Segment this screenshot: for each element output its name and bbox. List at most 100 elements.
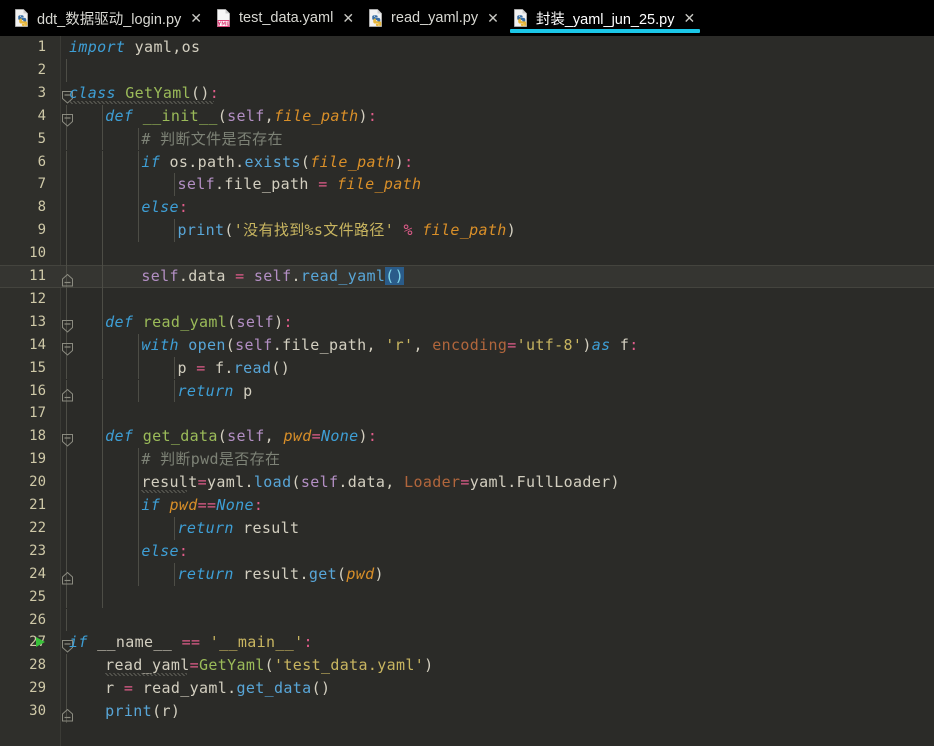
code-text[interactable]: with open(self.file_path, 'r', encoding=… [141, 334, 638, 357]
tab-close-icon[interactable]: ✕ [683, 11, 695, 25]
code-editor[interactable]: 1 import yaml,os 2 3 class GetYaml(): 4 def __… [0, 36, 934, 746]
code-line[interactable]: 19 # 判断pwd是否存在 [0, 448, 934, 472]
code-token: = [189, 656, 199, 675]
code-line[interactable]: 30 print(r) [0, 700, 934, 723]
code-text[interactable]: # 判断pwd是否存在 [141, 448, 280, 471]
indent-guide [138, 196, 140, 220]
code-fold-icon[interactable] [62, 317, 73, 333]
editor-tab-bar: ddt_数据驱动_login.py ✕ YML test_data.yaml ✕ read… [0, 0, 934, 36]
code-fold-icon[interactable] [62, 111, 73, 127]
code-token: GetYaml [198, 656, 265, 675]
code-text[interactable]: def get_data(self, pwd=None): [105, 425, 377, 448]
indent-guide [138, 379, 140, 403]
code-token: with [141, 335, 179, 354]
code-token: ( [217, 106, 228, 125]
code-text[interactable]: else: [141, 540, 188, 563]
code-text[interactable]: r = read_yaml.get_data() [105, 677, 330, 700]
indent-guide [138, 516, 140, 540]
code-token: ( [217, 427, 228, 446]
indent-guide [66, 287, 67, 311]
indent-guide [66, 219, 67, 243]
code-token: p [233, 381, 253, 400]
code-line[interactable]: 24 return result.get(pwd) [0, 562, 934, 586]
code-text[interactable]: if os.path.exists(file_path): [141, 151, 413, 174]
code-line[interactable]: 12 [0, 287, 934, 311]
code-text[interactable]: return p [177, 380, 252, 403]
inspection-squiggle [105, 673, 187, 677]
code-token: ( [264, 656, 275, 675]
line-number: 25 [29, 588, 46, 605]
code-text[interactable]: print(r) [105, 700, 180, 723]
indent-guide [138, 471, 140, 494]
editor-tab-1[interactable]: ddt_数据驱动_login.py ✕ [8, 0, 210, 36]
code-line[interactable]: 5 # 判断文件是否存在 [0, 127, 934, 151]
code-line[interactable]: 29 r = read_yaml.get_data() [0, 677, 934, 701]
run-gutter-icon[interactable] [36, 637, 45, 648]
editor-tab-2[interactable]: YML test_data.yaml ✕ [210, 0, 362, 36]
code-text[interactable]: self.data = self.read_yaml() [141, 265, 405, 288]
code-token: , [413, 335, 433, 354]
code-fold-icon[interactable] [62, 431, 73, 447]
code-line[interactable]: 17 [0, 402, 934, 426]
inspection-squiggle [69, 100, 214, 104]
code-line[interactable]: 6 if os.path.exists(file_path): [0, 150, 934, 174]
code-token: read_yaml [300, 267, 386, 285]
code-token: yaml [207, 473, 245, 492]
code-text[interactable]: return result [177, 517, 299, 540]
code-line[interactable]: 23 else: [0, 539, 934, 563]
code-line[interactable]: 4 def __init__(self,file_path): [0, 104, 934, 128]
code-text[interactable]: def __init__(self,file_path): [105, 105, 377, 128]
code-text[interactable]: if __name__ == '__main__': [69, 631, 313, 654]
code-line[interactable]: 14 with open(self.file_path, 'r', encodin… [0, 333, 934, 357]
editor-tab-4[interactable]: 封装_yaml_jun_25.py ✕ [507, 0, 703, 36]
code-line[interactable]: 9 print('没有找到%s文件路径' % file_path) [0, 219, 934, 243]
code-line[interactable]: 10 [0, 242, 934, 265]
code-fold-icon[interactable] [62, 271, 73, 287]
code-text[interactable]: else: [141, 196, 188, 219]
code-line[interactable]: 16 return p [0, 379, 934, 403]
tab-close-icon[interactable]: ✕ [190, 11, 202, 25]
code-fold-icon[interactable] [62, 706, 73, 722]
code-line[interactable]: 7 self.file_path = file_path [0, 173, 934, 197]
code-token: __name__ [87, 633, 182, 652]
code-fold-icon[interactable] [62, 340, 73, 356]
indent-guide [174, 379, 176, 403]
code-token: . [299, 564, 309, 583]
editor-tab-3[interactable]: read_yaml.py ✕ [362, 0, 507, 36]
code-line[interactable]: 11 self.data = self.read_yaml() [0, 265, 934, 288]
code-line[interactable]: 2 [0, 58, 934, 82]
code-text[interactable]: p = f.read() [177, 357, 290, 380]
code-token: 'test_data.yaml' [274, 656, 425, 675]
code-line[interactable]: 3 class GetYaml(): [0, 82, 934, 105]
active-tab-indicator [509, 29, 701, 33]
code-line[interactable]: 21 if pwd==None: [0, 494, 934, 517]
code-line[interactable]: 1 import yaml,os [0, 36, 934, 59]
code-line[interactable]: 8 else: [0, 196, 934, 220]
tab-close-icon[interactable]: ✕ [487, 11, 499, 25]
code-line[interactable]: 15 p = f.read() [0, 356, 934, 380]
code-text[interactable]: result=yaml.load(self.data, Loader=yaml.… [141, 471, 620, 494]
code-text[interactable]: def read_yaml(self): [105, 311, 293, 334]
code-content-area[interactable]: 1 import yaml,os 2 3 class GetYaml(): 4 def __… [0, 36, 934, 746]
code-line[interactable]: 25 [0, 585, 934, 609]
code-fold-icon[interactable] [62, 569, 73, 585]
code-text[interactable]: import yaml,os [69, 36, 200, 59]
code-fold-icon[interactable] [62, 386, 73, 401]
code-text[interactable]: if pwd==None: [141, 494, 263, 517]
code-token: get_data [142, 427, 218, 446]
code-text[interactable]: return result.get(pwd) [177, 563, 383, 586]
code-line[interactable]: 18 def get_data(self, pwd=None): [0, 425, 934, 449]
code-text[interactable]: print('没有找到%s文件路径' % file_path) [177, 219, 516, 242]
code-line[interactable]: 20 result=yaml.load(self.data, Loader=yam… [0, 471, 934, 494]
code-line[interactable]: 26 [0, 608, 934, 632]
code-line[interactable]: 13 def read_yaml(self): [0, 310, 934, 334]
line-number: 17 [29, 405, 46, 422]
tab-close-icon[interactable]: ✕ [342, 11, 354, 25]
code-text[interactable]: self.file_path = file_path [177, 173, 421, 196]
code-text[interactable]: # 判断文件是否存在 [141, 128, 283, 151]
code-line[interactable]: 22 return result [0, 516, 934, 540]
code-line[interactable]: 27 if __name__ == '__main__': [0, 631, 934, 654]
indent-guide [138, 356, 140, 380]
code-line[interactable]: 28 read_yaml=GetYaml('test_data.yaml') [0, 654, 934, 678]
